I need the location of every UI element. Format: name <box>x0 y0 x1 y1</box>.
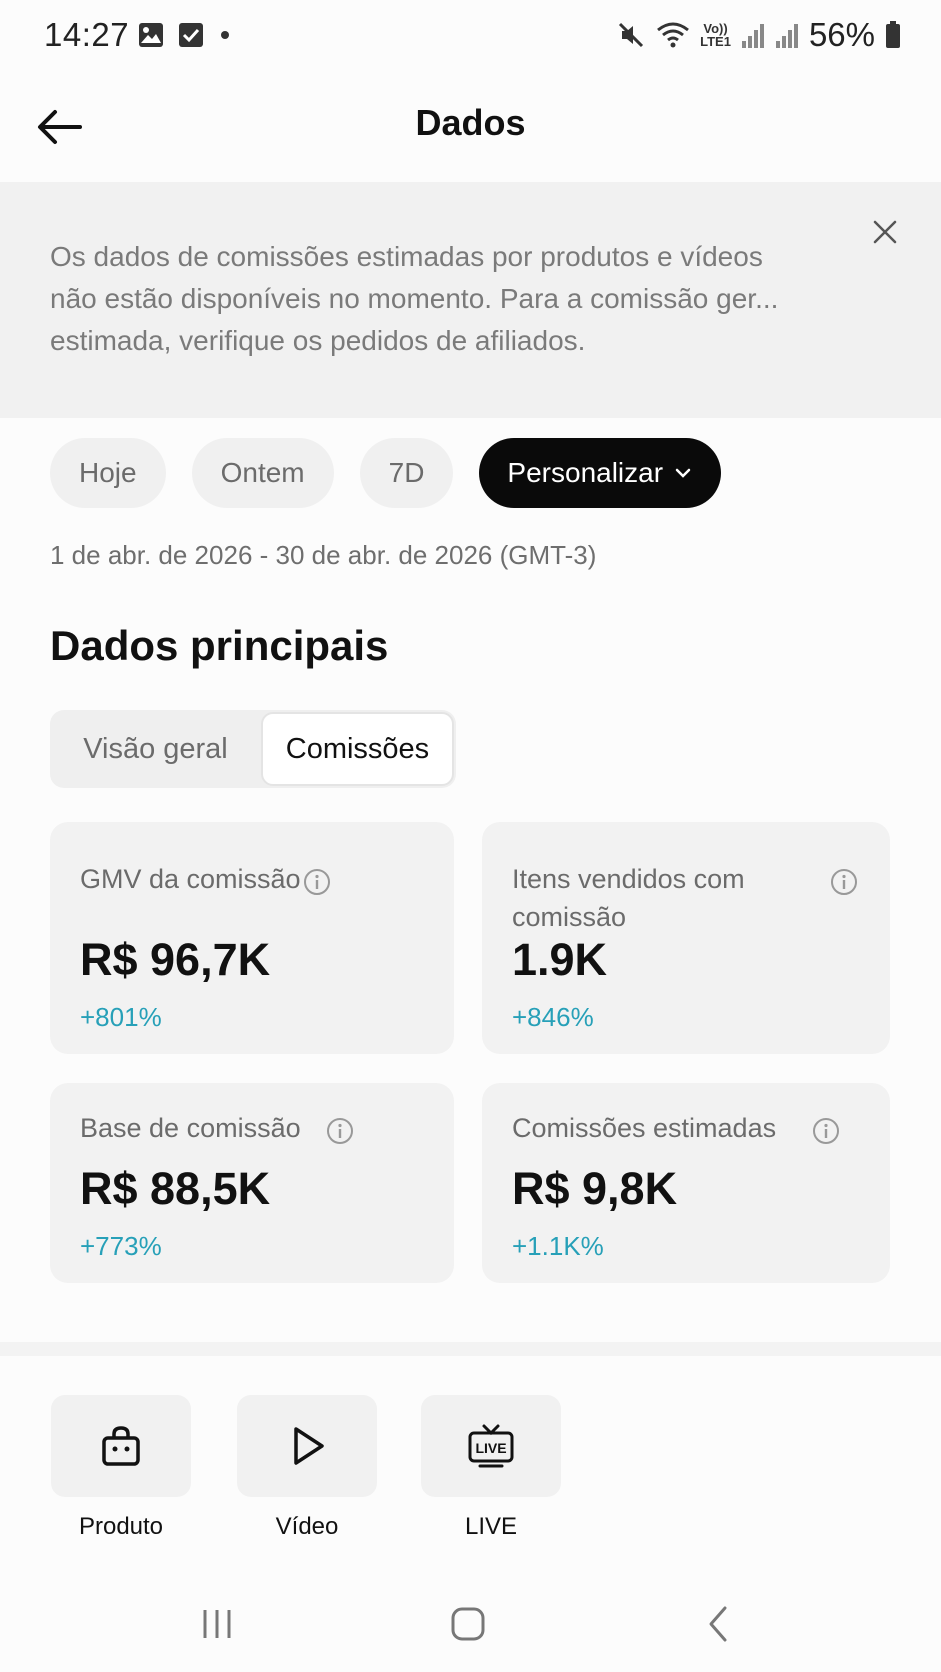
banner-close-button[interactable] <box>865 212 905 252</box>
chip-yesterday[interactable]: Ontem <box>191 438 334 508</box>
metric-card-commission-base[interactable]: Base de comissão R$ 88,5K +773% <box>50 1083 454 1283</box>
section-divider <box>0 1342 941 1356</box>
live-tv-icon: LIVE <box>468 1424 514 1468</box>
back-icon <box>709 1606 727 1642</box>
page-title: Dados <box>415 102 526 143</box>
shopping-bag-icon <box>102 1426 140 1466</box>
status-left-icons <box>138 22 232 48</box>
dot-icon <box>221 31 229 39</box>
volte-label-bottom: LTE1 <box>700 34 731 49</box>
metric-change: +773% <box>80 1231 162 1261</box>
metric-value: 1.9K <box>512 934 608 985</box>
signal-icon <box>741 24 764 48</box>
metric-label: Comissões estimadas <box>512 1113 777 1143</box>
close-icon <box>873 220 897 244</box>
image-icon <box>139 23 163 47</box>
metric-change: +1.1K% <box>512 1231 604 1261</box>
tab-overview[interactable]: Visão geral <box>50 710 261 788</box>
status-bar: 14:27 Vo)) LTE1 56% <box>0 0 941 72</box>
info-icon[interactable] <box>326 1117 354 1145</box>
recent-apps-button[interactable] <box>187 1594 247 1654</box>
metric-label: GMV da comissão <box>80 864 301 894</box>
metric-value: R$ 9,8K <box>512 1163 678 1214</box>
shortcut-video-box[interactable] <box>237 1395 377 1497</box>
shortcut-live-box[interactable]: LIVE <box>421 1395 561 1497</box>
section-title: Dados principais <box>50 622 389 669</box>
shortcut-live[interactable]: LIVE LIVE <box>421 1395 561 1541</box>
shortcut-label: Vídeo <box>275 1513 339 1540</box>
banner-text: Os dados de comissões estimadas por prod… <box>50 241 779 356</box>
volte-icon: Vo)) LTE1 <box>700 22 731 48</box>
battery-icon <box>886 21 900 48</box>
info-banner: Os dados de comissões estimadas por prod… <box>0 182 941 418</box>
info-icon[interactable] <box>303 868 331 896</box>
metric-card-gmv[interactable]: GMV da comissão R$ 96,7K +801% <box>50 822 454 1054</box>
chevron-down-icon <box>675 468 691 478</box>
status-time: 14:27 <box>44 16 130 53</box>
tab-commissions[interactable]: Comissões <box>260 712 454 786</box>
chip-7d[interactable]: 7D <box>359 438 454 508</box>
signal-icon <box>775 24 798 48</box>
svg-text:LIVE: LIVE <box>475 1440 506 1456</box>
info-icon[interactable] <box>830 868 858 896</box>
metric-value: R$ 96,7K <box>80 934 271 985</box>
mute-icon <box>619 22 644 48</box>
home-icon <box>451 1607 485 1641</box>
shortcut-video[interactable]: Vídeo <box>237 1395 377 1541</box>
shortcut-label: Produto <box>78 1513 164 1540</box>
tab-switcher: Visão geral Comissões <box>50 710 456 788</box>
metric-label: Itens vendidos com comissão <box>512 864 745 932</box>
shortcut-label: LIVE <box>464 1513 518 1540</box>
info-icon[interactable] <box>812 1117 840 1145</box>
metric-card-items-sold[interactable]: Itens vendidos com comissão 1.9K +846% <box>482 822 890 1054</box>
metric-value: R$ 88,5K <box>80 1163 271 1214</box>
chip-custom-label: Personalizar <box>507 457 664 488</box>
shortcut-product[interactable]: Produto <box>51 1395 191 1541</box>
status-right-icons: Vo)) LTE1 56% <box>616 16 901 54</box>
date-range: 1 de abr. de 2026 - 30 de abr. de 2026 (… <box>50 540 597 570</box>
recent-apps-icon <box>203 1610 231 1638</box>
metric-change: +801% <box>80 1002 162 1032</box>
checkbox-icon <box>179 23 203 47</box>
nav-back-button[interactable] <box>689 1594 749 1654</box>
chip-custom[interactable]: Personalizar <box>479 438 722 508</box>
metric-card-estimated-commissions[interactable]: Comissões estimadas R$ 9,8K +1.1K% <box>482 1083 890 1283</box>
app-header: Dados <box>0 72 941 182</box>
wifi-icon <box>657 22 690 48</box>
play-icon <box>294 1427 324 1465</box>
battery-percent: 56% <box>808 16 875 53</box>
home-button[interactable] <box>438 1594 498 1654</box>
date-filter-chips: Hoje Ontem 7D Personalizar <box>50 438 722 508</box>
chip-today[interactable]: Hoje <box>50 438 166 508</box>
metric-change: +846% <box>512 1002 594 1032</box>
system-nav-bar <box>0 1582 941 1662</box>
shortcut-product-box[interactable] <box>51 1395 191 1497</box>
metric-label: Base de comissão <box>80 1113 301 1143</box>
